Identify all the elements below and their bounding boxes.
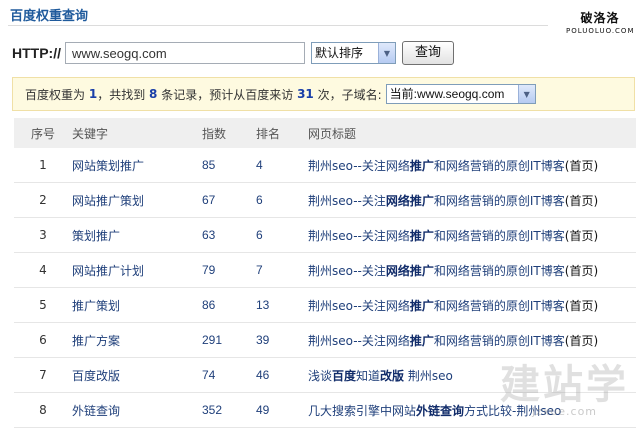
table-header-row: 序号 关键字 指数 排名 网页标题 — [14, 118, 636, 148]
row-score: 74 — [202, 357, 256, 393]
table-row: 7 百度改版 74 46 浅谈百度知道改版 荆州seo — [14, 357, 636, 393]
row-rank: 7 — [256, 252, 308, 288]
column-header-keyword: 关键字 — [72, 118, 202, 148]
visit-count: 31 — [297, 87, 314, 101]
weight-prefix: 百度权重为 — [25, 87, 86, 102]
row-index: 5 — [14, 287, 72, 323]
row-index: 1 — [14, 148, 72, 183]
row-index: 3 — [14, 217, 72, 253]
table-row: 6 推广方案 291 39 荆州seo--关注网络推广和网络营销的原创IT博客(… — [14, 322, 636, 358]
row-rank: 49 — [256, 392, 308, 428]
site-logo: 破洛洛 POLUOLUO.COM — [566, 9, 634, 35]
found-suffix: 条记录，预计从百度来访 — [161, 87, 294, 102]
row-keyword: 网站推广计划 — [72, 252, 202, 288]
row-index: 7 — [14, 357, 72, 393]
query-button[interactable]: 查询 — [402, 41, 454, 65]
row-title-cell: 荆州seo--关注网络推广和网络营销的原创IT博客(首页) — [308, 217, 636, 253]
column-header-rank: 排名 — [256, 118, 308, 148]
table-row: 8 外链查询 352 49 几大搜索引擎中网站外链查询方式比较-荆州seo — [14, 392, 636, 428]
row-keyword: 网站策划推广 — [72, 148, 202, 183]
table-row: 3 策划推广 63 6 荆州seo--关注网络推广和网络营销的原创IT博客(首页… — [14, 217, 636, 253]
table-row: 5 推广策划 86 13 荆州seo--关注网络推广和网络营销的原创IT博客(首… — [14, 287, 636, 323]
row-rank: 13 — [256, 287, 308, 323]
found-prefix: ，共找到 — [97, 87, 146, 102]
subdomain-select-value: 当前:www.seogq.com — [389, 87, 505, 101]
row-keyword: 策划推广 — [72, 217, 202, 253]
row-score: 63 — [202, 217, 256, 253]
page-title-link[interactable]: 荆州seo--关注网络推广和网络营销的原创IT博客 — [308, 194, 565, 208]
chevron-down-icon[interactable]: ▼ — [378, 43, 395, 63]
home-tag: (首页) — [564, 333, 599, 348]
row-rank: 4 — [256, 148, 308, 183]
site-logo-cn: 破洛洛 — [580, 11, 620, 25]
row-title-cell: 浅谈百度知道改版 荆州seo — [308, 357, 636, 393]
page-title-link[interactable]: 荆州seo--关注网络推广和网络营销的原创IT博客 — [308, 299, 565, 313]
page-title-link[interactable]: 荆州seo--关注网络推广和网络营销的原创IT博客 — [308, 264, 565, 278]
row-index: 2 — [14, 182, 72, 218]
row-score: 67 — [202, 182, 256, 218]
row-keyword: 推广方案 — [72, 322, 202, 358]
table-row: 1 网站策划推广 85 4 荆州seo--关注网络推广和网络营销的原创IT博客(… — [14, 148, 636, 183]
title-divider — [8, 25, 548, 26]
record-count: 8 — [149, 87, 158, 101]
row-keyword: 网站推广策划 — [72, 182, 202, 218]
sort-select[interactable]: 默认排序 ▼ — [311, 42, 396, 64]
visits-suffix: 次，子域名: — [317, 87, 382, 102]
chevron-down-icon[interactable]: ▼ — [517, 85, 535, 103]
row-index: 8 — [14, 392, 72, 428]
page-title-link[interactable]: 荆州seo--关注网络推广和网络营销的原创IT博客 — [308, 229, 565, 243]
home-tag: (首页) — [564, 298, 599, 313]
page-title-link[interactable]: 荆州seo--关注网络推广和网络营销的原创IT博客 — [308, 334, 565, 348]
home-tag: (首页) — [564, 158, 599, 173]
page-title-link[interactable]: 几大搜索引擎中网站外链查询方式比较-荆州seo — [308, 404, 561, 418]
home-tag: (首页) — [564, 228, 599, 243]
row-index: 4 — [14, 252, 72, 288]
query-form: HTTP:// 默认排序 ▼ 查询 — [12, 40, 454, 66]
row-keyword: 外链查询 — [72, 392, 202, 428]
row-score: 86 — [202, 287, 256, 323]
row-index: 6 — [14, 322, 72, 358]
row-rank: 46 — [256, 357, 308, 393]
row-rank: 6 — [256, 182, 308, 218]
domain-input[interactable] — [65, 42, 305, 64]
results-table: 序号 关键字 指数 排名 网页标题 1 网站策划推广 85 4 荆州seo--关… — [14, 118, 636, 428]
page-title-link[interactable]: 荆州seo--关注网络推广和网络营销的原创IT博客 — [308, 159, 565, 173]
page-title: 百度权重查询 — [10, 9, 89, 24]
row-score: 352 — [202, 392, 256, 428]
home-tag: (首页) — [564, 193, 599, 208]
weight-value: 1 — [88, 87, 98, 101]
column-header-page-title: 网页标题 — [308, 118, 636, 148]
home-tag: (首页) — [564, 263, 599, 278]
row-score: 79 — [202, 252, 256, 288]
site-logo-en: POLUOLUO.COM — [566, 27, 635, 35]
row-title-cell: 荆州seo--关注网络推广和网络营销的原创IT博客(首页) — [308, 182, 636, 218]
row-title-cell: 几大搜索引擎中网站外链查询方式比较-荆州seo — [308, 392, 636, 428]
row-score: 291 — [202, 322, 256, 358]
row-title-cell: 荆州seo--关注网络推广和网络营销的原创IT博客(首页) — [308, 148, 636, 183]
row-keyword: 百度改版 — [72, 357, 202, 393]
row-rank: 39 — [256, 322, 308, 358]
row-keyword: 推广策划 — [72, 287, 202, 323]
row-title-cell: 荆州seo--关注网络推广和网络营销的原创IT博客(首页) — [308, 287, 636, 323]
sort-select-value: 默认排序 — [315, 46, 364, 60]
protocol-label: HTTP:// — [12, 45, 61, 61]
page-title-link[interactable]: 浅谈百度知道改版 荆州seo — [308, 369, 453, 383]
table-row: 2 网站推广策划 67 6 荆州seo--关注网络推广和网络营销的原创IT博客(… — [14, 182, 636, 218]
table-row: 4 网站推广计划 79 7 荆州seo--关注网络推广和网络营销的原创IT博客(… — [14, 252, 636, 288]
subdomain-select[interactable]: 当前:www.seogq.com ▼ — [385, 84, 536, 104]
column-header-index: 序号 — [14, 118, 72, 148]
summary-bar: 百度权重为 1 ，共找到 8 条记录，预计从百度来访 31 次，子域名: 当前:… — [12, 77, 635, 111]
row-score: 85 — [202, 148, 256, 183]
row-title-cell: 荆州seo--关注网络推广和网络营销的原创IT博客(首页) — [308, 252, 636, 288]
row-rank: 6 — [256, 217, 308, 253]
row-title-cell: 荆州seo--关注网络推广和网络营销的原创IT博客(首页) — [308, 322, 636, 358]
column-header-score: 指数 — [202, 118, 256, 148]
